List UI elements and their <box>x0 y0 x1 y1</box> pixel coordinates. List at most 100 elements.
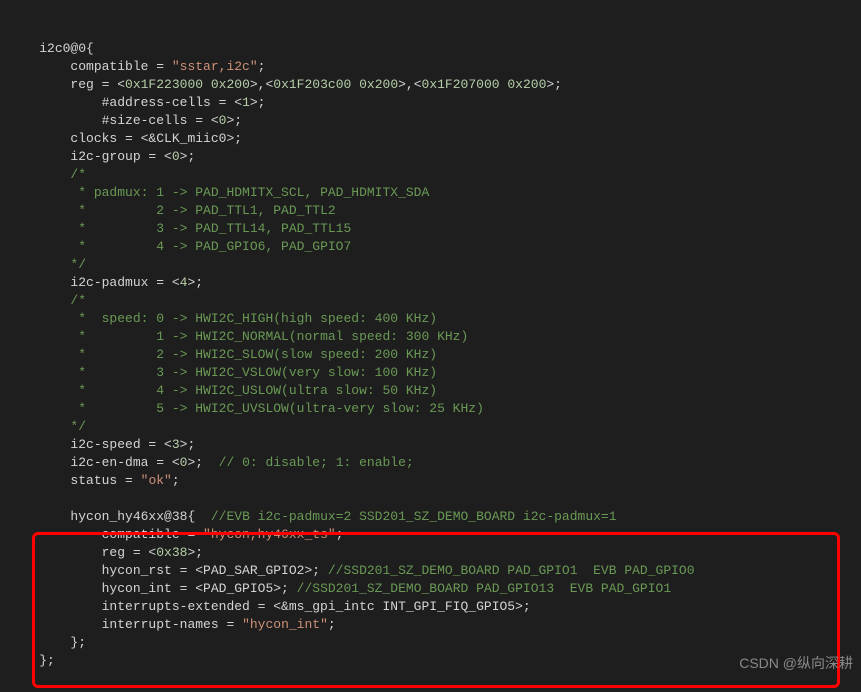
code-line[interactable]: * 3 -> PAD_TTL14, PAD_TTL15 <box>0 220 861 238</box>
code-token: */ <box>70 419 86 434</box>
code-token: hycon_hy46xx@38{ <box>70 509 210 524</box>
code-line[interactable]: #address-cells = <1>; <box>0 94 861 112</box>
code-line[interactable]: compatible = "sstar,i2c"; <box>0 58 861 76</box>
code-token: >; <box>546 77 562 92</box>
code-line[interactable]: compatible = "hycon,hy46xx_ts"; <box>0 526 861 544</box>
code-line[interactable]: reg = <0x38>; <box>0 544 861 562</box>
code-token: i2c-en-dma = < <box>70 455 179 470</box>
code-line[interactable]: * 5 -> HWI2C_UVSLOW(ultra-very slow: 25 … <box>0 400 861 418</box>
code-token: interrupts-extended = <&ms_gpi_intc INT_… <box>102 599 531 614</box>
code-token: i2c0@0{ <box>39 41 94 56</box>
code-token: clocks = <&CLK_miic0>; <box>70 131 242 146</box>
code-token: //EVB i2c-padmux=2 SSD201_SZ_DEMO_BOARD … <box>211 509 617 524</box>
code-token: }; <box>70 635 86 650</box>
code-token: i2c-group = < <box>70 149 171 164</box>
code-token: }; <box>39 653 55 668</box>
code-token: */ <box>70 257 86 272</box>
code-token: hycon_int = <PAD_GPIO5>; <box>102 581 297 596</box>
code-lines-container: i2c0@0{ compatible = "sstar,i2c"; reg = … <box>0 40 861 670</box>
code-token: reg = < <box>102 545 157 560</box>
code-line[interactable]: /* <box>0 166 861 184</box>
code-token: status = <box>70 473 140 488</box>
code-token: * speed: 0 -> HWI2C_HIGH(high speed: 400… <box>70 311 437 326</box>
code-token: #size-cells = < <box>102 113 219 128</box>
code-line[interactable]: * padmux: 1 -> PAD_HDMITX_SCL, PAD_HDMIT… <box>0 184 861 202</box>
code-token <box>203 77 211 92</box>
code-line[interactable]: }; <box>0 634 861 652</box>
code-token: /* <box>70 167 86 182</box>
code-token: 1 <box>242 95 250 110</box>
code-token: 0x200 <box>507 77 546 92</box>
code-token: * padmux: 1 -> PAD_HDMITX_SCL, PAD_HDMIT… <box>70 185 429 200</box>
code-token: * 4 -> PAD_GPIO6, PAD_GPIO7 <box>70 239 351 254</box>
code-token: compatible = <box>70 59 171 74</box>
code-line[interactable]: status = "ok"; <box>0 472 861 490</box>
code-token: i2c-padmux = < <box>70 275 179 290</box>
code-token: * 3 -> PAD_TTL14, PAD_TTL15 <box>70 221 351 236</box>
code-line[interactable]: #size-cells = <0>; <box>0 112 861 130</box>
code-token: >; <box>250 95 266 110</box>
code-token: >; <box>180 149 196 164</box>
code-token: 3 <box>172 437 180 452</box>
code-line[interactable]: * 4 -> HWI2C_USLOW(ultra slow: 50 KHz) <box>0 382 861 400</box>
code-token: >; <box>187 545 203 560</box>
code-token: 0x38 <box>156 545 187 560</box>
code-line[interactable]: * 2 -> PAD_TTL1, PAD_TTL2 <box>0 202 861 220</box>
code-token: 0 <box>172 149 180 164</box>
code-line[interactable]: interrupt-names = "hycon_int"; <box>0 616 861 634</box>
code-token: "hycon_int" <box>242 617 328 632</box>
code-token <box>8 491 16 506</box>
code-token: ; <box>258 59 266 74</box>
code-line[interactable]: */ <box>0 418 861 436</box>
code-token: * 5 -> HWI2C_UVSLOW(ultra-very slow: 25 … <box>70 401 483 416</box>
code-token: 0x1F223000 <box>125 77 203 92</box>
code-token: ; <box>336 527 344 542</box>
code-line[interactable]: * 3 -> HWI2C_VSLOW(very slow: 100 KHz) <box>0 364 861 382</box>
code-line[interactable]: * speed: 0 -> HWI2C_HIGH(high speed: 400… <box>0 310 861 328</box>
code-line[interactable]: i2c-padmux = <4>; <box>0 274 861 292</box>
code-line[interactable]: hycon_hy46xx@38{ //EVB i2c-padmux=2 SSD2… <box>0 508 861 526</box>
code-line[interactable]: * 4 -> PAD_GPIO6, PAD_GPIO7 <box>0 238 861 256</box>
code-token: compatible = <box>102 527 203 542</box>
code-line[interactable] <box>0 490 861 508</box>
code-token: "sstar,i2c" <box>172 59 258 74</box>
code-line[interactable]: i2c-speed = <3>; <box>0 436 861 454</box>
code-line[interactable]: i2c0@0{ <box>0 40 861 58</box>
code-token: // 0: disable; 1: enable; <box>219 455 414 470</box>
code-token: 0x200 <box>211 77 250 92</box>
code-token: 0x1F207000 <box>422 77 500 92</box>
code-token: 0x200 <box>359 77 398 92</box>
code-token: /* <box>70 293 86 308</box>
code-line[interactable]: * 2 -> HWI2C_SLOW(slow speed: 200 KHz) <box>0 346 861 364</box>
code-token: >; <box>187 455 218 470</box>
code-token: ; <box>328 617 336 632</box>
watermark-text: CSDN @纵向深耕 <box>739 653 853 673</box>
code-line[interactable]: * 1 -> HWI2C_NORMAL(normal speed: 300 KH… <box>0 328 861 346</box>
code-line[interactable]: hycon_rst = <PAD_SAR_GPIO2>; //SSD201_SZ… <box>0 562 861 580</box>
code-token: interrupt-names = <box>102 617 242 632</box>
code-token: * 1 -> HWI2C_NORMAL(normal speed: 300 KH… <box>70 329 468 344</box>
code-token: 0x1F203c00 <box>273 77 351 92</box>
code-line[interactable]: hycon_int = <PAD_GPIO5>; //SSD201_SZ_DEM… <box>0 580 861 598</box>
code-token: * 3 -> HWI2C_VSLOW(very slow: 100 KHz) <box>70 365 437 380</box>
code-line[interactable]: clocks = <&CLK_miic0>; <box>0 130 861 148</box>
code-token: hycon_rst = <PAD_SAR_GPIO2>; <box>102 563 328 578</box>
code-token: >; <box>180 437 196 452</box>
code-token: #address-cells = < <box>102 95 242 110</box>
code-line[interactable]: i2c-group = <0>; <box>0 148 861 166</box>
code-line[interactable]: }; <box>0 652 861 670</box>
code-token: ; <box>172 473 180 488</box>
code-token: * 2 -> HWI2C_SLOW(slow speed: 200 KHz) <box>70 347 437 362</box>
code-line[interactable]: interrupts-extended = <&ms_gpi_intc INT_… <box>0 598 861 616</box>
code-token: i2c-speed = < <box>70 437 171 452</box>
code-line[interactable]: /* <box>0 292 861 310</box>
code-line[interactable]: */ <box>0 256 861 274</box>
code-token <box>351 77 359 92</box>
code-line[interactable]: reg = <0x1F223000 0x200>,<0x1F203c00 0x2… <box>0 76 861 94</box>
code-token: //SSD201_SZ_DEMO_BOARD PAD_GPIO1 EVB PAD… <box>328 563 695 578</box>
code-line[interactable]: i2c-en-dma = <0>; // 0: disable; 1: enab… <box>0 454 861 472</box>
code-token: * 4 -> HWI2C_USLOW(ultra slow: 50 KHz) <box>70 383 437 398</box>
code-editor[interactable]: i2c0@0{ compatible = "sstar,i2c"; reg = … <box>0 0 861 692</box>
code-token: >,< <box>250 77 273 92</box>
code-token: //SSD201_SZ_DEMO_BOARD PAD_GPIO13 EVB PA… <box>297 581 671 596</box>
